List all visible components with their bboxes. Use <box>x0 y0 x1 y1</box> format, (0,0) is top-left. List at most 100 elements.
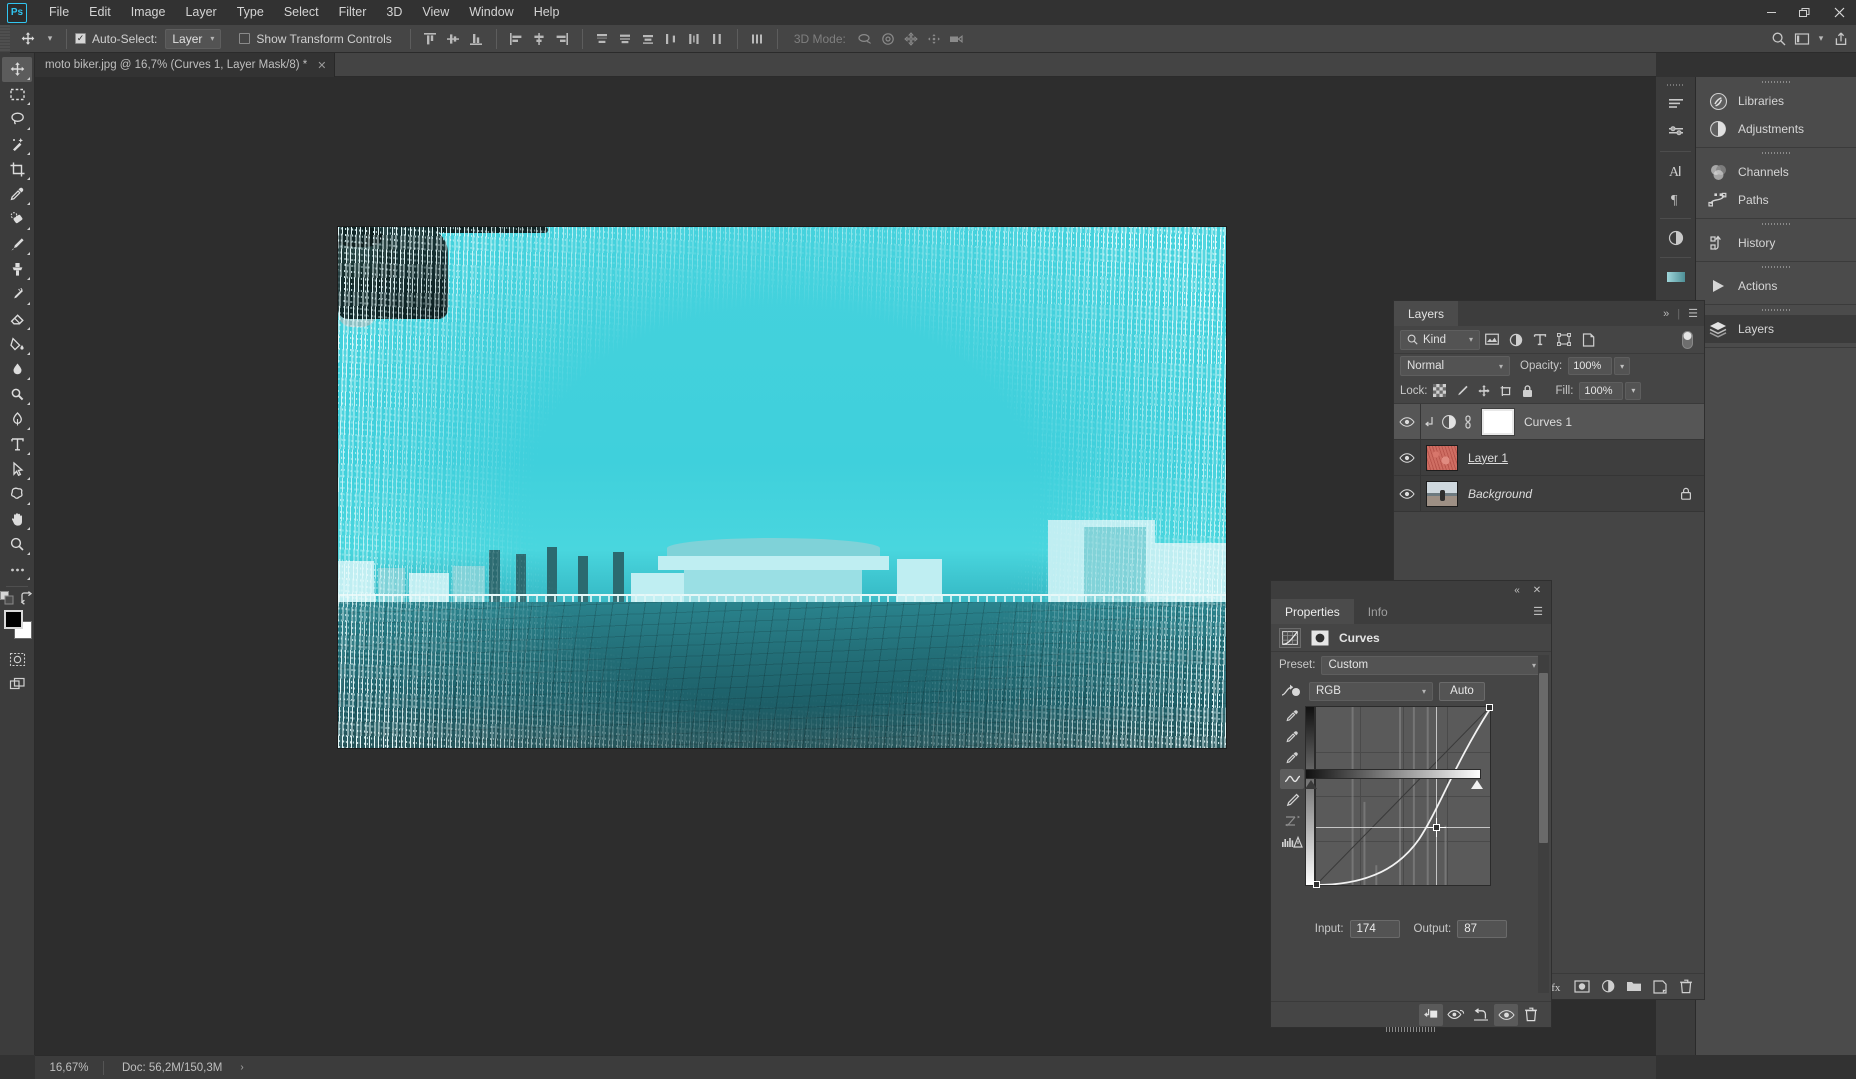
tab-properties[interactable]: Properties <box>1271 599 1354 624</box>
lock-transparent-pixels-icon[interactable] <box>1430 381 1450 401</box>
white-input-slider[interactable] <box>1471 780 1483 789</box>
distribute-right-edges-icon[interactable] <box>706 28 729 50</box>
tab-layers[interactable]: Layers <box>1394 301 1459 326</box>
dodge-tool[interactable] <box>2 382 32 407</box>
dock-item-channels[interactable]: Channels <box>1696 158 1856 186</box>
dock-item-adjustments[interactable]: Adjustments <box>1696 115 1856 143</box>
history-brush-tool[interactable] <box>2 282 32 307</box>
search-icon[interactable] <box>1767 28 1790 50</box>
tool-preset-chevron-down-icon[interactable]: ▾ <box>42 27 58 51</box>
blur-tool[interactable] <box>2 357 32 382</box>
align-left-edges-icon[interactable] <box>505 28 528 50</box>
curve-endpoint-white[interactable] <box>1486 704 1493 711</box>
black-input-slider[interactable] <box>1305 780 1317 789</box>
active-tool-move-icon[interactable] <box>14 27 42 51</box>
quick-selection-tool[interactable] <box>2 132 32 157</box>
zoom-level[interactable]: 16,67% <box>35 1062 103 1074</box>
distribute-horizontal-centers-icon[interactable] <box>683 28 706 50</box>
collapse-panel-icon[interactable]: « <box>1509 583 1525 597</box>
clipping-warning-icon[interactable] <box>1280 832 1304 852</box>
menu-file[interactable]: File <box>39 0 79 25</box>
table-row[interactable]: Layer 1 <box>1394 440 1704 476</box>
sample-black-point-eyedropper[interactable] <box>1280 706 1304 726</box>
collapse-panel-icon[interactable]: » <box>1663 308 1669 320</box>
reset-adjustment-icon[interactable] <box>1469 1004 1493 1026</box>
align-right-edges-icon[interactable] <box>551 28 574 50</box>
sample-white-point-eyedropper[interactable] <box>1280 748 1304 768</box>
close-icon[interactable]: ✕ <box>1529 583 1545 597</box>
distribute-bottom-edges-icon[interactable] <box>637 28 660 50</box>
clip-to-layer-icon[interactable] <box>1419 1003 1443 1026</box>
zoom-tool[interactable] <box>2 532 32 557</box>
curves-graph[interactable] <box>1313 704 1493 888</box>
auto-select-scope-dropdown[interactable]: Layer ▾ <box>165 28 222 49</box>
foreground-color-swatch[interactable] <box>4 610 23 629</box>
filter-smart-object-icon[interactable] <box>1576 329 1600 351</box>
output-field[interactable]: 87 <box>1457 920 1508 938</box>
auto-select-group[interactable]: ✓ Auto-Select: <box>75 32 157 46</box>
custom-shape-tool[interactable] <box>2 482 32 507</box>
fill-input[interactable]: 100% <box>1579 381 1624 400</box>
layer-name[interactable]: Curves 1 <box>1524 415 1572 429</box>
options-bar-grip[interactable] <box>0 24 10 53</box>
dock-group-grip[interactable] <box>1696 148 1856 158</box>
eraser-tool[interactable] <box>2 307 32 332</box>
layer-visibility-toggle[interactable] <box>1394 452 1420 464</box>
lock-artboard-nesting-icon[interactable] <box>1496 381 1516 401</box>
toggle-layer-visibility-icon[interactable] <box>1494 1003 1518 1026</box>
screen-mode-icon[interactable] <box>2 672 32 697</box>
new-group-icon[interactable] <box>1622 976 1646 998</box>
filter-kind-dropdown[interactable]: Kind ▾ <box>1400 329 1480 350</box>
layer-visibility-toggle[interactable] <box>1394 488 1420 500</box>
gradient-tool[interactable] <box>2 332 32 357</box>
layer-name[interactable]: Layer 1 <box>1468 451 1508 465</box>
new-layer-icon[interactable] <box>1648 976 1672 998</box>
align-horizontal-centers-icon[interactable] <box>528 28 551 50</box>
delete-layer-icon[interactable] <box>1674 976 1698 998</box>
adjustment-thumbnail-icon[interactable] <box>1438 414 1460 430</box>
dock-group-grip[interactable] <box>1696 305 1856 315</box>
dock-item-libraries[interactable]: Libraries <box>1696 87 1856 115</box>
dock-item-layers[interactable]: Layers <box>1696 315 1856 343</box>
clone-stamp-tool[interactable] <box>2 257 32 282</box>
edit-points-curve-tool[interactable] <box>1280 769 1304 789</box>
filter-adjustment-icon[interactable] <box>1504 329 1528 351</box>
layer-thumbnail[interactable] <box>1426 444 1458 471</box>
path-selection-tool[interactable] <box>2 457 32 482</box>
pan-3d-icon[interactable] <box>900 28 923 50</box>
opacity-chevron-down-icon[interactable]: ▾ <box>1614 357 1631 375</box>
table-row[interactable]: Background <box>1394 476 1704 512</box>
blend-mode-dropdown[interactable]: Normal ▾ <box>1400 356 1510 376</box>
dock-group-grip[interactable] <box>1696 262 1856 272</box>
properties-scrollbar[interactable] <box>1538 655 1549 993</box>
channel-dropdown[interactable]: RGB ▾ <box>1309 681 1433 701</box>
paragraph-panel-icon[interactable]: ¶ <box>1660 186 1692 212</box>
show-transform-checkbox[interactable]: ✓ <box>239 33 251 44</box>
table-row[interactable]: Curves 1 <box>1394 404 1704 440</box>
align-top-edges-icon[interactable] <box>419 28 442 50</box>
preset-dropdown[interactable]: Custom ▾ <box>1321 655 1543 675</box>
minimize-button[interactable] <box>1754 0 1788 25</box>
delete-adjustment-layer-icon[interactable] <box>1519 1004 1543 1026</box>
distribute-left-edges-icon[interactable] <box>660 28 683 50</box>
tone-curve[interactable] <box>1316 707 1490 885</box>
new-fill-adjustment-icon[interactable] <box>1596 976 1620 998</box>
dock-item-history[interactable]: History <box>1696 229 1856 257</box>
dock-item-paths[interactable]: Paths <box>1696 186 1856 214</box>
slide-3d-icon[interactable] <box>923 28 946 50</box>
sample-gray-point-eyedropper[interactable] <box>1280 727 1304 747</box>
document-canvas-image[interactable] <box>338 227 1226 748</box>
draw-curve-pencil-tool[interactable] <box>1280 790 1304 810</box>
layer-name[interactable]: Background <box>1468 487 1532 501</box>
orbit-3d-icon[interactable] <box>854 28 877 50</box>
swap-colors-icon[interactable] <box>20 591 34 605</box>
menu-help[interactable]: Help <box>524 0 570 25</box>
properties-panel-titlebar[interactable]: « ✕ <box>1271 581 1551 599</box>
menu-layer[interactable]: Layer <box>175 0 226 25</box>
layer-visibility-toggle[interactable] <box>1394 416 1420 428</box>
dock-item-actions[interactable]: Actions <box>1696 272 1856 300</box>
dock-group-grip[interactable] <box>1696 77 1856 87</box>
quick-mask-icon[interactable] <box>2 647 32 672</box>
panel-menu-icon[interactable]: ☰ <box>1688 307 1698 320</box>
menu-window[interactable]: Window <box>459 0 523 25</box>
